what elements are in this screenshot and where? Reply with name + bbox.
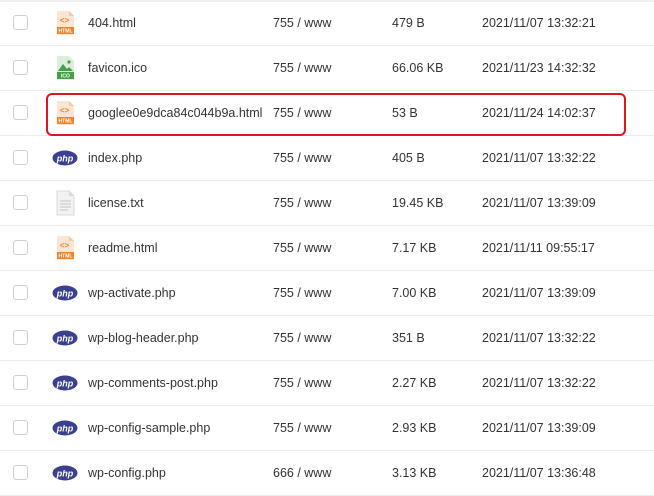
file-size: 7.17 KB bbox=[392, 241, 437, 255]
file-permissions: 755 / www bbox=[273, 376, 332, 390]
php-file-icon: php bbox=[52, 370, 78, 396]
file-row[interactable]: php index.php 755 / www 405 B 2021/11/07 13… bbox=[0, 136, 654, 181]
svg-text:<>: <> bbox=[60, 17, 70, 26]
file-name[interactable]: 404.html bbox=[88, 15, 136, 31]
file-list: <> HTML 404.html 755 / www 479 B 2021/11/07… bbox=[0, 0, 654, 496]
file-row[interactable]: <> HTML 404.html 755 / www 479 B 2021/11/07… bbox=[0, 1, 654, 46]
html-icon-label: HTML bbox=[59, 254, 73, 260]
row-checkbox[interactable] bbox=[13, 330, 28, 345]
ico-icon-label: ICO bbox=[61, 74, 70, 80]
file-modified-date: 2021/11/24 14:02:37 bbox=[482, 106, 596, 120]
row-checkbox[interactable] bbox=[13, 15, 28, 30]
file-modified-date: 2021/11/07 13:32:21 bbox=[482, 16, 596, 30]
file-row[interactable]: php wp-activate.php 755 / www 7.00 KB 2021/… bbox=[0, 271, 654, 316]
file-row[interactable]: ICO favicon.ico 755 / www 66.06 KB 2021/11/… bbox=[0, 46, 654, 91]
file-size: 3.13 KB bbox=[392, 466, 437, 480]
file-permissions: 666 / www bbox=[273, 466, 332, 480]
file-permissions: 755 / www bbox=[273, 16, 332, 30]
file-row[interactable]: php wp-config.php 666 / www 3.13 KB 2021/11… bbox=[0, 451, 654, 496]
file-name[interactable]: index.php bbox=[88, 150, 142, 166]
row-checkbox[interactable] bbox=[13, 195, 28, 210]
file-name[interactable]: wp-config-sample.php bbox=[88, 420, 210, 436]
file-name[interactable]: favicon.ico bbox=[88, 60, 147, 76]
file-name[interactable]: wp-blog-header.php bbox=[88, 330, 199, 346]
php-file-icon: php bbox=[52, 415, 78, 441]
file-modified-date: 2021/11/23 14:32:32 bbox=[482, 61, 596, 75]
row-checkbox[interactable] bbox=[13, 285, 28, 300]
php-file-icon: php bbox=[52, 325, 78, 351]
php-icon-label: php bbox=[56, 469, 74, 479]
php-icon-label: php bbox=[56, 154, 74, 164]
file-row[interactable]: php wp-comments-post.php 755 / www 2.27 KB… bbox=[0, 361, 654, 406]
image-file-icon: ICO bbox=[52, 55, 78, 81]
file-permissions: 755 / www bbox=[273, 241, 332, 255]
file-size: 66.06 KB bbox=[392, 61, 444, 75]
html-file-icon: <> HTML bbox=[52, 100, 78, 126]
file-name[interactable]: license.txt bbox=[88, 195, 144, 211]
svg-text:<>: <> bbox=[60, 107, 70, 116]
file-modified-date: 2021/11/07 13:32:22 bbox=[482, 376, 596, 390]
html-icon-label: HTML bbox=[59, 29, 73, 35]
file-name[interactable]: readme.html bbox=[88, 240, 157, 256]
file-row[interactable]: <> HTML readme.html 755 / www 7.17 KB 2021/… bbox=[0, 226, 654, 271]
file-size: 479 B bbox=[392, 16, 425, 30]
text-file-icon bbox=[52, 190, 78, 216]
row-checkbox[interactable] bbox=[13, 420, 28, 435]
file-size: 19.45 KB bbox=[392, 196, 444, 210]
file-name[interactable]: wp-comments-post.php bbox=[88, 375, 218, 391]
row-checkbox[interactable] bbox=[13, 105, 28, 120]
php-icon-label: php bbox=[56, 334, 74, 344]
file-permissions: 755 / www bbox=[273, 331, 332, 345]
file-row[interactable]: php wp-blog-header.php 755 / www 351 B 2021… bbox=[0, 316, 654, 361]
html-file-icon: <> HTML bbox=[52, 10, 78, 36]
row-checkbox[interactable] bbox=[13, 465, 28, 480]
row-checkbox[interactable] bbox=[13, 150, 28, 165]
file-modified-date: 2021/11/07 13:36:48 bbox=[482, 466, 596, 480]
php-icon-label: php bbox=[56, 379, 74, 389]
row-checkbox[interactable] bbox=[13, 60, 28, 75]
php-file-icon: php bbox=[52, 460, 78, 486]
file-name[interactable]: wp-activate.php bbox=[88, 285, 176, 301]
file-row[interactable]: php wp-config-sample.php 755 / www 2.93 KB… bbox=[0, 406, 654, 451]
file-modified-date: 2021/11/07 13:32:22 bbox=[482, 331, 596, 345]
row-checkbox[interactable] bbox=[13, 240, 28, 255]
file-size: 53 B bbox=[392, 106, 418, 120]
file-size: 351 B bbox=[392, 331, 425, 345]
file-name[interactable]: wp-config.php bbox=[88, 465, 166, 481]
svg-text:<>: <> bbox=[60, 242, 70, 251]
html-file-icon: <> HTML bbox=[52, 235, 78, 261]
file-permissions: 755 / www bbox=[273, 61, 332, 75]
file-modified-date: 2021/11/07 13:32:22 bbox=[482, 151, 596, 165]
php-file-icon: php bbox=[52, 145, 78, 171]
file-row[interactable]: license.txt 755 / www 19.45 KB 2021/11/07 1… bbox=[0, 181, 654, 226]
file-row[interactable]: <> HTML googlee0e9dca84c044b9a.html 755 /… bbox=[0, 91, 654, 136]
php-icon-label: php bbox=[56, 289, 74, 299]
file-permissions: 755 / www bbox=[273, 421, 332, 435]
file-modified-date: 2021/11/07 13:39:09 bbox=[482, 421, 596, 435]
file-modified-date: 2021/11/11 09:55:17 bbox=[482, 241, 595, 255]
file-permissions: 755 / www bbox=[273, 151, 332, 165]
file-size: 7.00 KB bbox=[392, 286, 437, 300]
file-size: 2.93 KB bbox=[392, 421, 437, 435]
file-size: 2.27 KB bbox=[392, 376, 437, 390]
html-icon-label: HTML bbox=[59, 119, 73, 125]
file-permissions: 755 / www bbox=[273, 286, 332, 300]
file-size: 405 B bbox=[392, 151, 425, 165]
php-file-icon: php bbox=[52, 280, 78, 306]
file-permissions: 755 / www bbox=[273, 106, 332, 120]
row-checkbox[interactable] bbox=[13, 375, 28, 390]
file-name[interactable]: googlee0e9dca84c044b9a.html bbox=[88, 105, 262, 121]
file-permissions: 755 / www bbox=[273, 196, 332, 210]
file-modified-date: 2021/11/07 13:39:09 bbox=[482, 196, 596, 210]
php-icon-label: php bbox=[56, 424, 74, 434]
file-modified-date: 2021/11/07 13:39:09 bbox=[482, 286, 596, 300]
